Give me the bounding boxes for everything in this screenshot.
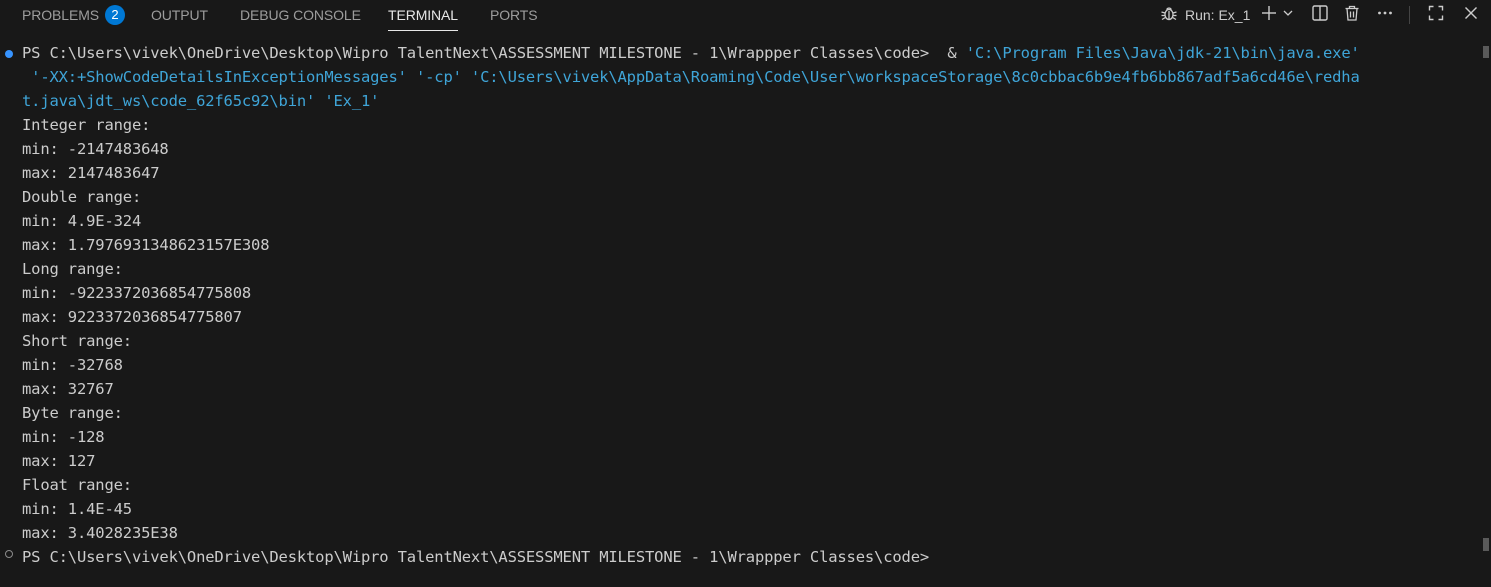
- command-success-dot[interactable]: [5, 50, 13, 58]
- terminal-profiles-dropdown[interactable]: [1281, 4, 1295, 26]
- output-line: Double range:: [22, 188, 142, 206]
- close-panel-button[interactable]: [1460, 4, 1482, 26]
- add-icon: [1260, 4, 1278, 27]
- more-actions-button[interactable]: [1374, 4, 1396, 26]
- tab-ports[interactable]: PORTS: [490, 0, 538, 30]
- tab-problems-label: PROBLEMS: [22, 7, 99, 23]
- kill-terminal-button[interactable]: [1341, 4, 1363, 26]
- run-terminal-selector[interactable]: Run: Ex_1: [1159, 4, 1250, 26]
- scrollbar-marker-bottom[interactable]: [1483, 538, 1489, 551]
- close-icon: [1463, 5, 1479, 26]
- output-line: max: 9223372036854775807: [22, 308, 242, 326]
- command-prompt: PS C:\Users\vivek\OneDrive\Desktop\Wipro…: [22, 44, 939, 62]
- run-terminal-label: Run: Ex_1: [1185, 7, 1251, 23]
- trash-icon: [1343, 4, 1361, 27]
- command-line-3: t.java\jdt_ws\code_62f65c92\bin' 'Ex_1': [22, 92, 380, 110]
- output-line: Short range:: [22, 332, 132, 350]
- command-pending-dot[interactable]: [5, 550, 13, 558]
- output-line: Float range:: [22, 476, 132, 494]
- output-line: max: 3.4028235E38: [22, 524, 178, 542]
- command-line-2: '-XX:+ShowCodeDetailsInExceptionMessages…: [22, 68, 1360, 86]
- output-line: Long range:: [22, 260, 123, 278]
- output-line: min: -9223372036854775808: [22, 284, 252, 302]
- scrollbar-marker-top[interactable]: [1483, 46, 1489, 58]
- chevron-down-icon: [1282, 6, 1294, 24]
- output-line: Integer range:: [22, 116, 151, 134]
- output-line: Byte range:: [22, 404, 123, 422]
- debug-icon: [1159, 3, 1179, 28]
- output-line: min: -32768: [22, 356, 123, 374]
- tab-output-label: OUTPUT: [151, 7, 208, 23]
- command-line-1: PS C:\Users\vivek\OneDrive\Desktop\Wipro…: [22, 41, 1360, 65]
- tab-problems[interactable]: PROBLEMS 2: [22, 0, 125, 30]
- split-terminal-button[interactable]: [1309, 4, 1331, 26]
- new-terminal-button[interactable]: [1258, 4, 1280, 26]
- output-line: max: 127: [22, 452, 96, 470]
- output-line: min: 4.9E-324: [22, 212, 142, 230]
- command-java-path: 'C:\Program Files\Java\jdk-21\bin\java.e…: [965, 44, 1360, 62]
- tab-debug-console-label: DEBUG CONSOLE: [240, 7, 361, 23]
- split-icon: [1311, 4, 1329, 27]
- output-line: min: 1.4E-45: [22, 500, 132, 518]
- panel-header: PROBLEMS 2 OUTPUT DEBUG CONSOLE TERMINAL …: [0, 0, 1491, 32]
- output-line: max: 32767: [22, 380, 114, 398]
- tab-output[interactable]: OUTPUT: [151, 0, 208, 30]
- more-icon: [1376, 4, 1394, 27]
- current-prompt: PS C:\Users\vivek\OneDrive\Desktop\Wipro…: [22, 548, 930, 566]
- output-line: min: -128: [22, 428, 105, 446]
- tab-terminal[interactable]: TERMINAL: [388, 0, 458, 31]
- terminal-output[interactable]: PS C:\Users\vivek\OneDrive\Desktop\Wipro…: [0, 34, 1480, 587]
- maximize-icon: [1427, 4, 1445, 27]
- problems-count-badge: 2: [105, 5, 125, 25]
- output-line: min: -2147483648: [22, 140, 169, 158]
- tab-debug-console[interactable]: DEBUG CONSOLE: [240, 0, 361, 30]
- tab-ports-label: PORTS: [490, 7, 538, 23]
- toolbar-separator: [1409, 6, 1410, 24]
- output-line: max: 2147483647: [22, 164, 160, 182]
- tab-terminal-label: TERMINAL: [388, 7, 458, 23]
- output-line: max: 1.7976931348623157E308: [22, 236, 270, 254]
- command-ampersand: &: [938, 44, 966, 62]
- maximize-panel-button[interactable]: [1425, 4, 1447, 26]
